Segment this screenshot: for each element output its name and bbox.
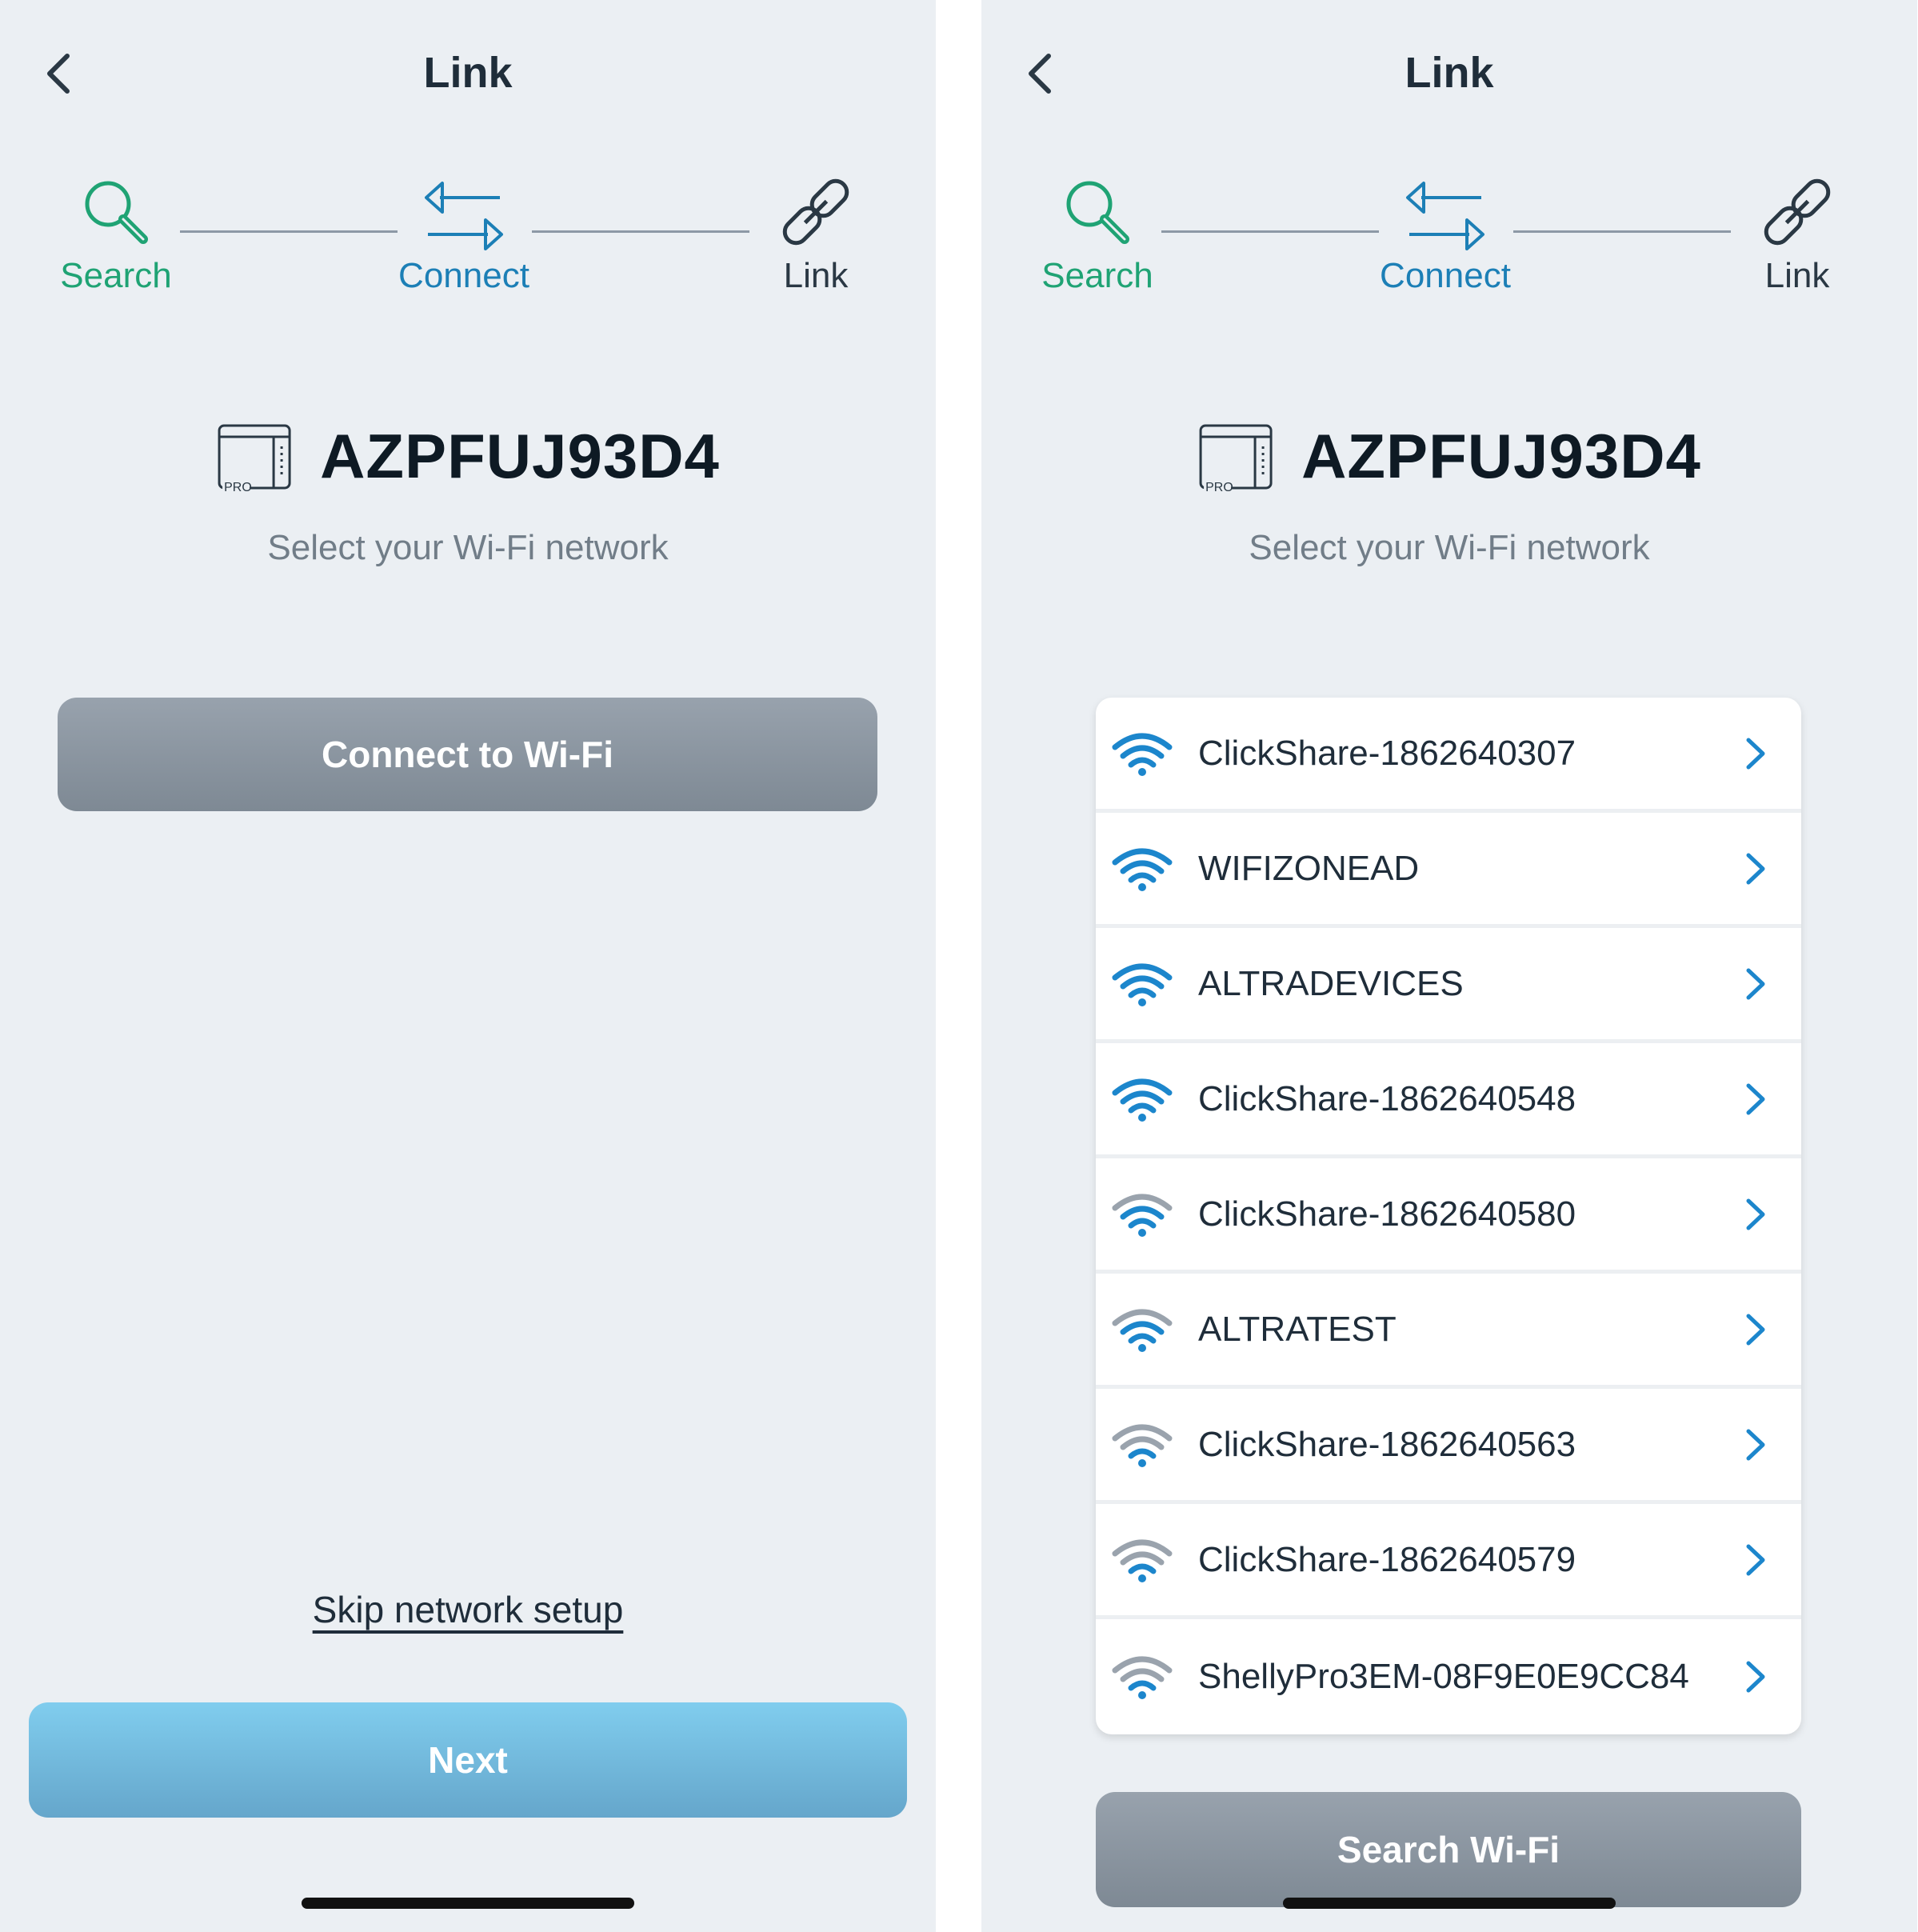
step-connector bbox=[1161, 230, 1379, 233]
wifi-signal-icon bbox=[1112, 733, 1173, 776]
top-bar: Link bbox=[981, 32, 1917, 120]
search-icon bbox=[1066, 181, 1129, 244]
progress-stepper: Search Connect Link bbox=[0, 168, 936, 312]
page-title: Link bbox=[423, 49, 513, 97]
chevron-right-icon bbox=[1746, 1314, 1765, 1345]
wifi-signal-icon bbox=[1112, 1656, 1173, 1699]
wifi-network-row[interactable]: ClickShare-1862640580 bbox=[1096, 1158, 1801, 1274]
wifi-signal-icon bbox=[1112, 848, 1173, 891]
chevron-right-icon bbox=[1746, 1083, 1765, 1114]
chevron-right-icon bbox=[1746, 1544, 1765, 1575]
chain-link-icon bbox=[1764, 178, 1831, 246]
step-label-link: Link bbox=[783, 256, 849, 295]
page-title: Link bbox=[1405, 49, 1494, 97]
step-label-connect: Connect bbox=[1380, 256, 1511, 295]
left-screen: Link Search Connect Link PRO AZPFUJ93D4 … bbox=[0, 0, 936, 1932]
chevron-right-icon bbox=[1746, 968, 1765, 999]
wifi-network-row[interactable]: ClickShare-1862640307 bbox=[1096, 698, 1801, 813]
wifi-ssid: ALTRATEST bbox=[1198, 1309, 1397, 1349]
svg-text:PRO: PRO bbox=[224, 481, 252, 493]
wifi-signal-icon bbox=[1112, 1424, 1173, 1467]
home-indicator bbox=[302, 1898, 634, 1909]
wifi-ssid: WIFIZONEAD bbox=[1198, 848, 1420, 888]
wifi-ssid: ClickShare-1862640563 bbox=[1198, 1424, 1576, 1464]
wifi-network-row[interactable]: ClickShare-1862640563 bbox=[1096, 1389, 1801, 1504]
device-icon: PRO bbox=[1199, 424, 1273, 493]
wifi-ssid: ClickShare-1862640580 bbox=[1198, 1194, 1576, 1234]
wifi-signal-icon bbox=[1112, 1309, 1173, 1352]
transfer-arrows-icon bbox=[425, 182, 503, 250]
top-bar: Link bbox=[0, 32, 936, 120]
wifi-network-row[interactable]: ClickShare-1862640579 bbox=[1096, 1504, 1801, 1619]
progress-stepper: Search Connect Link bbox=[981, 168, 1917, 312]
chevron-right-icon bbox=[1746, 1198, 1765, 1230]
step-connect: Connect bbox=[1365, 168, 1525, 296]
wifi-network-list: ClickShare-1862640307 WIFIZONEAD ALTRADEVI… bbox=[1096, 698, 1801, 1734]
step-search: Search bbox=[36, 168, 196, 296]
next-button[interactable]: Next bbox=[29, 1702, 907, 1818]
wifi-ssid: ClickShare-1862640548 bbox=[1198, 1078, 1576, 1118]
wifi-ssid: ClickShare-1862640307 bbox=[1198, 733, 1576, 773]
device-name: AZPFUJ93D4 bbox=[1301, 421, 1701, 491]
wifi-network-row[interactable]: WIFIZONEAD bbox=[1096, 813, 1801, 928]
transfer-arrows-icon bbox=[1406, 182, 1484, 250]
step-search: Search bbox=[1017, 168, 1177, 296]
step-label-link: Link bbox=[1764, 256, 1830, 295]
chain-link-icon bbox=[782, 178, 849, 246]
wifi-ssid: ALTRADEVICES bbox=[1198, 963, 1464, 1003]
subtitle: Select your Wi-Fi network bbox=[1249, 528, 1650, 567]
chevron-right-icon bbox=[1746, 1429, 1765, 1460]
device-header: PRO AZPFUJ93D4 bbox=[0, 420, 936, 500]
wifi-signal-icon bbox=[1112, 1539, 1173, 1582]
wifi-ssid: ShellyPro3EM-08F9E0E9CC84 bbox=[1198, 1657, 1689, 1696]
wifi-ssid: ClickShare-1862640579 bbox=[1198, 1539, 1576, 1579]
step-connector bbox=[180, 230, 398, 233]
wifi-network-row[interactable]: ALTRATEST bbox=[1096, 1274, 1801, 1389]
right-screen: Link Search Connect Link PRO AZPFUJ93D4 … bbox=[981, 0, 1917, 1932]
svg-text:PRO: PRO bbox=[1205, 481, 1233, 493]
search-wifi-button[interactable]: Search Wi-Fi bbox=[1096, 1792, 1801, 1907]
chevron-right-icon bbox=[1746, 1661, 1765, 1693]
device-header: PRO AZPFUJ93D4 bbox=[981, 420, 1917, 500]
wifi-network-row[interactable]: ShellyPro3EM-08F9E0E9CC84 bbox=[1096, 1619, 1801, 1734]
device-name: AZPFUJ93D4 bbox=[320, 421, 720, 491]
wifi-signal-icon bbox=[1112, 1194, 1173, 1237]
step-link: Link bbox=[736, 168, 896, 296]
wifi-signal-icon bbox=[1112, 963, 1173, 1006]
wifi-signal-icon bbox=[1112, 1078, 1173, 1122]
chevron-right-icon bbox=[1746, 853, 1765, 884]
step-connect: Connect bbox=[384, 168, 544, 296]
wifi-network-row[interactable]: ALTRADEVICES bbox=[1096, 928, 1801, 1043]
device-icon: PRO bbox=[218, 424, 291, 493]
step-label-connect: Connect bbox=[398, 256, 529, 295]
stage: Link Search Connect Link PRO AZPFUJ93D4 … bbox=[0, 0, 1918, 1932]
step-connector bbox=[1513, 230, 1731, 233]
subtitle: Select your Wi-Fi network bbox=[267, 528, 669, 567]
step-label-search: Search bbox=[60, 256, 172, 295]
search-icon bbox=[85, 181, 148, 244]
skip-network-setup-link[interactable]: Skip network setup bbox=[313, 1589, 624, 1630]
skip-setup-container: Skip network setup bbox=[0, 1588, 936, 1631]
step-connector bbox=[532, 230, 749, 233]
home-indicator bbox=[1283, 1898, 1616, 1909]
step-label-search: Search bbox=[1041, 256, 1153, 295]
step-link: Link bbox=[1717, 168, 1877, 296]
chevron-right-icon bbox=[1746, 738, 1765, 769]
connect-wifi-button[interactable]: Connect to Wi-Fi bbox=[58, 698, 877, 811]
wifi-network-row[interactable]: ClickShare-1862640548 bbox=[1096, 1043, 1801, 1158]
